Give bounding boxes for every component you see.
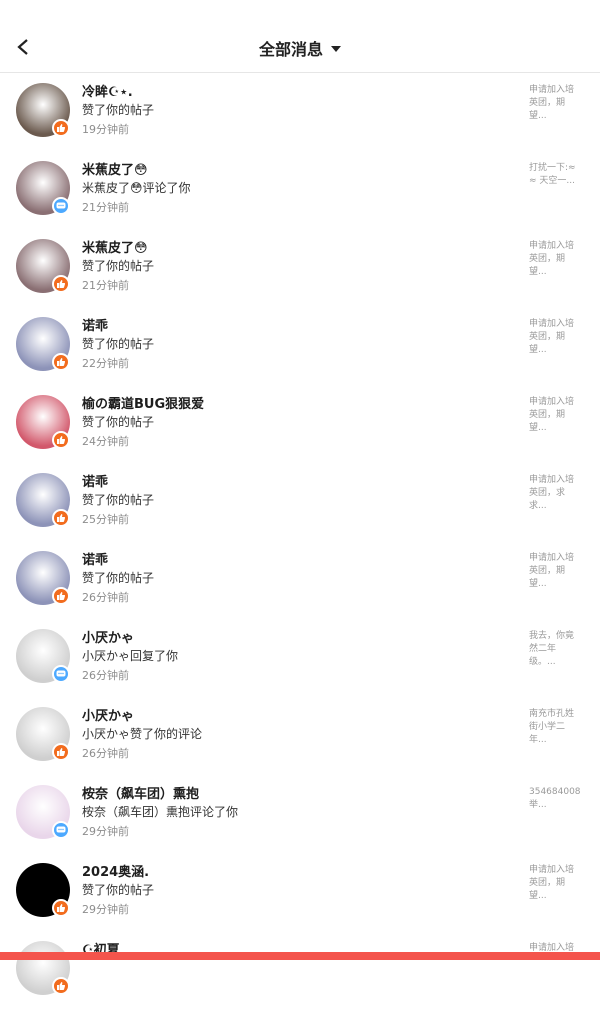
message-action: 赞了你的帖子 bbox=[82, 103, 155, 117]
message-action: 赞了你的帖子 bbox=[82, 415, 155, 429]
post-preview[interactable]: 申请加入培英团，求求... bbox=[529, 474, 581, 514]
like-icon bbox=[52, 899, 70, 917]
like-icon bbox=[52, 587, 70, 605]
post-preview[interactable]: 申请加入培英团，期望... bbox=[529, 240, 581, 280]
post-preview[interactable]: 申请加入培英团，期望... bbox=[529, 84, 581, 124]
post-preview[interactable]: 申请加入培英团，期望... bbox=[529, 396, 581, 436]
message-row[interactable]: 诺乖赞了你的帖子 22分钟前 申请加入培英团，期望... bbox=[0, 307, 600, 385]
message-action: 小厌かゃ赞了你的评论 bbox=[82, 727, 203, 741]
like-icon bbox=[52, 431, 70, 449]
timestamp: 19分钟前 bbox=[82, 123, 129, 136]
timestamp: 25分钟前 bbox=[82, 513, 129, 526]
sender-name: 2024奥涵. bbox=[82, 865, 150, 880]
post-preview[interactable]: 申请加入培英团，期望... bbox=[529, 864, 581, 904]
message-action: 赞了你的帖子 bbox=[82, 493, 155, 507]
message-action: 小厌かゃ回复了你 bbox=[82, 649, 179, 663]
timestamp: 22分钟前 bbox=[82, 357, 129, 370]
like-icon bbox=[52, 977, 70, 995]
message-action: 赞了你的帖子 bbox=[82, 571, 155, 585]
message-action: 赞了你的帖子 bbox=[82, 883, 155, 897]
sender-name: 诺乖 bbox=[82, 475, 109, 490]
message-row[interactable]: 桉奈（飙车团）熏抱桉奈（飙车团）熏抱评论了你 29分钟前 354684008举... bbox=[0, 775, 600, 853]
message-filter-dropdown[interactable]: 全部消息 bbox=[0, 36, 600, 60]
timestamp: 24分钟前 bbox=[82, 435, 129, 448]
timestamp: 21分钟前 bbox=[82, 279, 129, 292]
message-action: 桉奈（飙车团）熏抱评论了你 bbox=[82, 805, 239, 819]
comment-icon bbox=[52, 197, 70, 215]
page-title: 全部消息 bbox=[258, 40, 323, 59]
timestamp: 26分钟前 bbox=[82, 669, 129, 682]
post-preview[interactable]: 我去，你竟然二年级。... bbox=[529, 630, 581, 670]
post-preview[interactable]: 南充市孔姓街小学二年... bbox=[529, 708, 581, 748]
message-row[interactable]: 诺乖赞了你的帖子 25分钟前 申请加入培英团，求求... bbox=[0, 463, 600, 541]
timestamp: 29分钟前 bbox=[82, 903, 129, 916]
sender-name: 桉奈（飙车团）熏抱 bbox=[82, 787, 200, 802]
timestamp: 21分钟前 bbox=[82, 201, 129, 214]
message-row[interactable]: 小厌かゃ小厌かゃ赞了你的评论 26分钟前 南充市孔姓街小学二年... bbox=[0, 697, 600, 775]
post-preview[interactable]: 申请加入培英团，期望... bbox=[529, 552, 581, 592]
post-preview[interactable]: 申请加入培英团，期望... bbox=[529, 318, 581, 358]
message-row[interactable]: 2024奥涵. 赞了你的帖子 29分钟前 申请加入培英团，期望... bbox=[0, 853, 600, 931]
comment-icon bbox=[52, 665, 70, 683]
message-row[interactable]: 榆の霸道BUG狠狠爱 赞了你的帖子 24分钟前 申请加入培英团，期望... bbox=[0, 385, 600, 463]
message-list: 冷眸☪⋆. 赞了你的帖子 19分钟前 申请加入培英团，期望... 米蕉皮了😳 米蕉皮了😳评… bbox=[0, 73, 600, 1009]
top-bar: 全部消息 bbox=[0, 0, 600, 73]
sender-name: 冷眸☪⋆. bbox=[82, 85, 133, 100]
bottom-bar bbox=[0, 952, 600, 960]
sender-name: 榆の霸道BUG狠狠爱 bbox=[82, 397, 205, 412]
sender-name: 米蕉皮了😳 bbox=[82, 163, 148, 178]
like-icon bbox=[52, 353, 70, 371]
message-action: 米蕉皮了😳评论了你 bbox=[82, 181, 191, 195]
timestamp: 26分钟前 bbox=[82, 747, 129, 760]
timestamp: 26分钟前 bbox=[82, 591, 129, 604]
post-preview[interactable]: 申请加入培 bbox=[529, 942, 581, 982]
message-action: 赞了你的帖子 bbox=[82, 259, 155, 273]
post-preview[interactable]: 打扰一下:≈≈ 天空一... bbox=[529, 162, 581, 202]
sender-name: 诺乖 bbox=[82, 319, 109, 334]
message-action: 赞了你的帖子 bbox=[82, 337, 155, 351]
sender-name: 小厌かゃ bbox=[82, 631, 135, 646]
caret-down-icon bbox=[331, 46, 341, 52]
like-icon bbox=[52, 119, 70, 137]
post-preview[interactable]: 354684008举... bbox=[529, 786, 581, 826]
timestamp: 29分钟前 bbox=[82, 825, 129, 838]
message-row[interactable]: 米蕉皮了😳 赞了你的帖子 21分钟前 申请加入培英团，期望... bbox=[0, 229, 600, 307]
message-row[interactable]: 冷眸☪⋆. 赞了你的帖子 19分钟前 申请加入培英团，期望... bbox=[0, 73, 600, 151]
like-icon bbox=[52, 743, 70, 761]
sender-name: 诺乖 bbox=[82, 553, 109, 568]
message-row[interactable]: ☪初夏 申请加入培 bbox=[0, 931, 600, 1009]
message-row[interactable]: 小厌かゃ小厌かゃ回复了你 26分钟前 我去，你竟然二年级。... bbox=[0, 619, 600, 697]
sender-name: 小厌かゃ bbox=[82, 709, 135, 724]
like-icon bbox=[52, 509, 70, 527]
message-row[interactable]: 米蕉皮了😳 米蕉皮了😳评论了你 21分钟前 打扰一下:≈≈ 天空一... bbox=[0, 151, 600, 229]
comment-icon bbox=[52, 821, 70, 839]
sender-name: 米蕉皮了😳 bbox=[82, 241, 148, 256]
like-icon bbox=[52, 275, 70, 293]
message-row[interactable]: 诺乖赞了你的帖子 26分钟前 申请加入培英团，期望... bbox=[0, 541, 600, 619]
